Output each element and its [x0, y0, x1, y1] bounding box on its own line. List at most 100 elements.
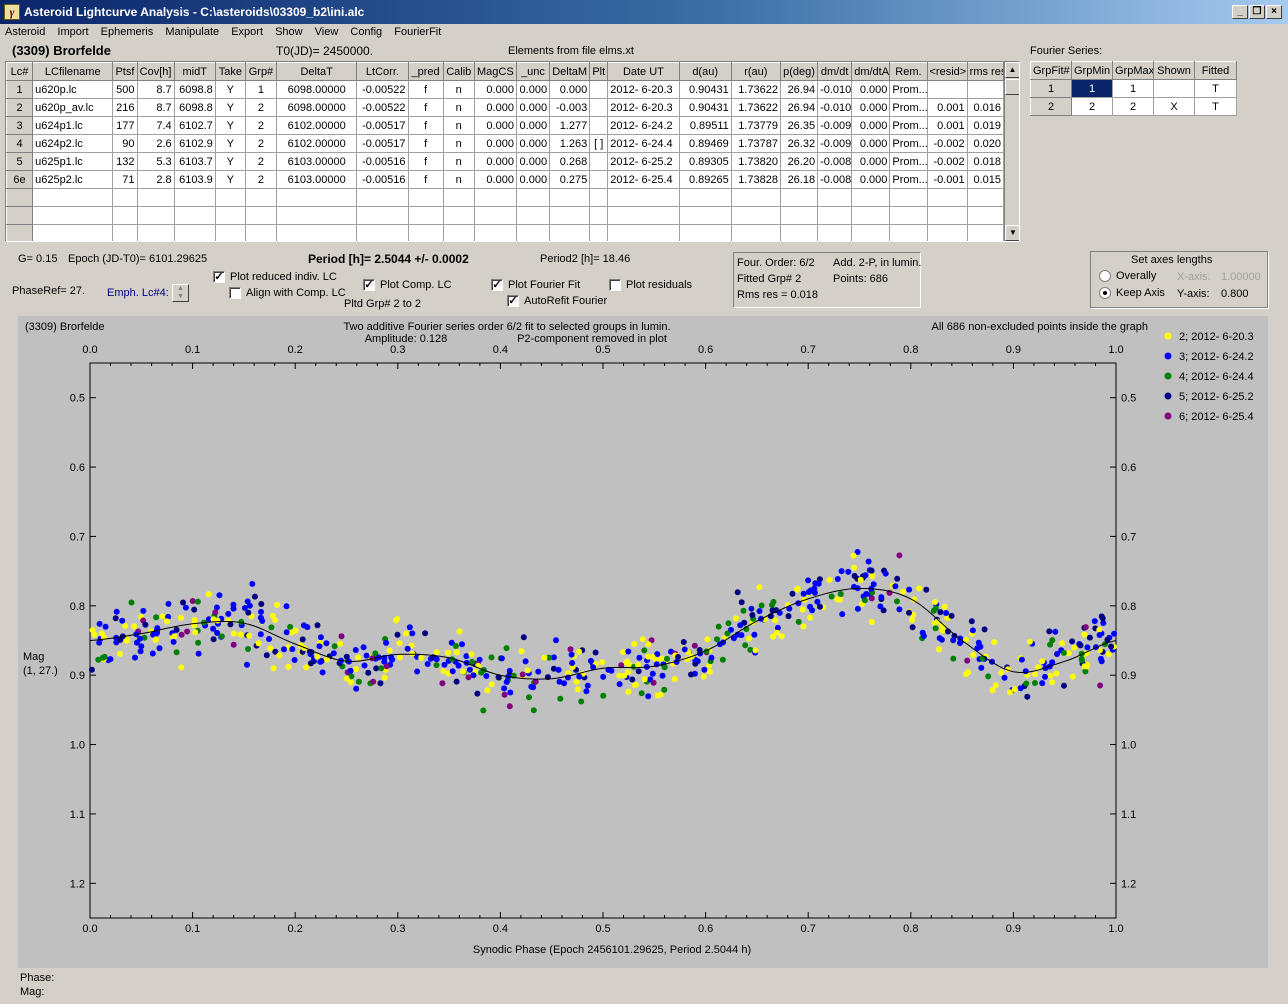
table-cell[interactable]: 1.73828 — [730, 170, 781, 189]
empty-cell[interactable] — [32, 224, 114, 241]
table-cell[interactable]: 6103.7 — [173, 152, 216, 171]
table-cell[interactable] — [966, 80, 1005, 99]
empty-cell[interactable] — [926, 206, 968, 225]
empty-cell[interactable] — [473, 224, 517, 241]
empty-cell[interactable] — [730, 206, 781, 225]
table-cell[interactable]: 2 — [244, 170, 278, 189]
table-cell[interactable]: -0.00517 — [356, 134, 409, 153]
menu-config[interactable]: Config — [345, 24, 386, 38]
table-row[interactable]: 6e u625p2.lc 71 2.8 6103.9 Y 2 6103.00000 -0.005… — [6, 170, 1005, 189]
column-header[interactable]: LtCorr. — [356, 62, 409, 81]
empty-cell[interactable] — [214, 188, 246, 207]
column-header[interactable]: Ptsf — [112, 62, 138, 81]
table-cell[interactable]: 1.277 — [549, 116, 591, 135]
table-cell[interactable]: 7.4 — [136, 116, 175, 135]
table-cell[interactable]: 8.7 — [136, 80, 175, 99]
plot-svg[interactable]: (3309) Brorfelde Two additive Fourier se… — [18, 316, 1268, 968]
table-cell[interactable]: u624p2.lc — [32, 134, 114, 153]
menu-fourierfit[interactable]: FourierFit — [389, 24, 445, 38]
empty-cell[interactable] — [136, 188, 175, 207]
empty-cell[interactable] — [889, 206, 928, 225]
table-cell[interactable]: 6098.8 — [173, 98, 216, 117]
empty-cell[interactable] — [515, 224, 551, 241]
table-cell[interactable]: Y — [214, 116, 246, 135]
table-cell[interactable]: Y — [214, 134, 246, 153]
table-cell[interactable]: 0.000 — [851, 152, 891, 171]
table-cell[interactable]: 6102.7 — [173, 116, 216, 135]
table-cell[interactable]: 0.000 — [515, 134, 551, 153]
column-header[interactable]: Date UT — [607, 62, 680, 81]
empty-cell[interactable] — [779, 224, 819, 241]
table-cell[interactable]: 1.73787 — [730, 134, 781, 153]
empty-cell[interactable] — [678, 224, 732, 241]
column-header[interactable]: DeltaT — [276, 62, 358, 81]
fourier-column-header[interactable]: GrpFit# — [1030, 61, 1072, 80]
table-cell[interactable]: 1.73622 — [730, 98, 781, 117]
table-cell[interactable]: u620p_av.lc — [32, 98, 114, 117]
table-cell[interactable]: 2.8 — [136, 170, 175, 189]
table-row[interactable]: 5 u625p1.lc 132 5.3 6103.7 Y 2 6103.00000 -0.005… — [6, 152, 1005, 171]
empty-cell[interactable] — [276, 188, 358, 207]
table-cell[interactable]: n — [442, 134, 475, 153]
table-cell[interactable]: 2012- 6-25.2 — [607, 152, 680, 171]
table-cell[interactable]: 2 — [244, 152, 278, 171]
table-cell[interactable]: -0.00516 — [356, 152, 409, 171]
table-cell[interactable]: -0.001 — [926, 170, 968, 189]
table-cell[interactable]: 0.000 — [851, 98, 891, 117]
column-header[interactable]: Take — [214, 62, 246, 81]
menu-import[interactable]: Import — [52, 24, 92, 38]
column-header[interactable]: d(au) — [678, 62, 732, 81]
table-cell[interactable]: -0.008 — [817, 152, 853, 171]
table-cell[interactable]: u624p1.lc — [32, 116, 114, 135]
empty-cell[interactable] — [356, 188, 409, 207]
empty-cell[interactable] — [6, 206, 34, 225]
table-cell[interactable]: 0.000 — [473, 98, 517, 117]
lightcurve-plot[interactable]: (3309) Brorfelde Two additive Fourier se… — [18, 316, 1268, 968]
empty-cell[interactable] — [966, 206, 1005, 225]
plot-residuals-checkbox[interactable]: Plot residuals — [609, 279, 692, 292]
table-cell[interactable]: 2012- 6-25.4 — [607, 170, 680, 189]
empty-cell[interactable] — [112, 206, 138, 225]
empty-cell[interactable] — [407, 206, 444, 225]
row-header[interactable]: 2 — [6, 98, 34, 117]
table-cell[interactable]: -0.010 — [817, 80, 853, 99]
empty-cell[interactable] — [779, 206, 819, 225]
column-header[interactable]: Grp# — [244, 62, 278, 81]
table-cell[interactable]: 0.000 — [473, 80, 517, 99]
scroll-thumb[interactable] — [1005, 79, 1019, 95]
empty-row[interactable] — [6, 188, 1005, 207]
table-cell[interactable]: 1.73622 — [730, 80, 781, 99]
scroll-down-button[interactable]: ▼ — [1005, 225, 1019, 241]
table-cell[interactable]: 6103.00000 — [276, 152, 358, 171]
table-cell[interactable]: 0.000 — [851, 80, 891, 99]
table-cell[interactable]: 0.018 — [966, 152, 1005, 171]
plot-comp-checkbox[interactable]: ✓ Plot Comp. LC — [363, 279, 452, 292]
empty-cell[interactable] — [817, 188, 853, 207]
empty-cell[interactable] — [966, 188, 1005, 207]
table-cell[interactable]: n — [442, 170, 475, 189]
menu-manipulate[interactable]: Manipulate — [160, 24, 223, 38]
empty-cell[interactable] — [173, 206, 216, 225]
table-cell[interactable]: 71 — [112, 170, 138, 189]
table-cell[interactable]: 0.001 — [926, 98, 968, 117]
table-cell[interactable]: f — [407, 98, 444, 117]
empty-cell[interactable] — [851, 206, 891, 225]
column-header[interactable]: dm/dtA — [851, 62, 891, 81]
table-cell[interactable] — [589, 80, 609, 99]
table-cell[interactable]: 0.001 — [926, 116, 968, 135]
table-cell[interactable]: -0.00516 — [356, 170, 409, 189]
table-row[interactable]: 3 u624p1.lc 177 7.4 6102.7 Y 2 6102.00000 -0.005… — [6, 116, 1005, 135]
empty-cell[interactable] — [926, 224, 968, 241]
table-cell[interactable]: 216 — [112, 98, 138, 117]
table-cell[interactable]: 2 — [244, 134, 278, 153]
table-cell[interactable]: Y — [214, 98, 246, 117]
table-cell[interactable] — [589, 152, 609, 171]
empty-cell[interactable] — [515, 206, 551, 225]
table-cell[interactable]: 1.73820 — [730, 152, 781, 171]
table-cell[interactable]: 0.000 — [515, 80, 551, 99]
empty-cell[interactable] — [276, 206, 358, 225]
empty-cell[interactable] — [678, 206, 732, 225]
table-cell[interactable]: 2012- 6-24.4 — [607, 134, 680, 153]
restore-button[interactable]: ❐ — [1249, 5, 1265, 19]
menu-ephemeris[interactable]: Ephemeris — [96, 24, 158, 38]
